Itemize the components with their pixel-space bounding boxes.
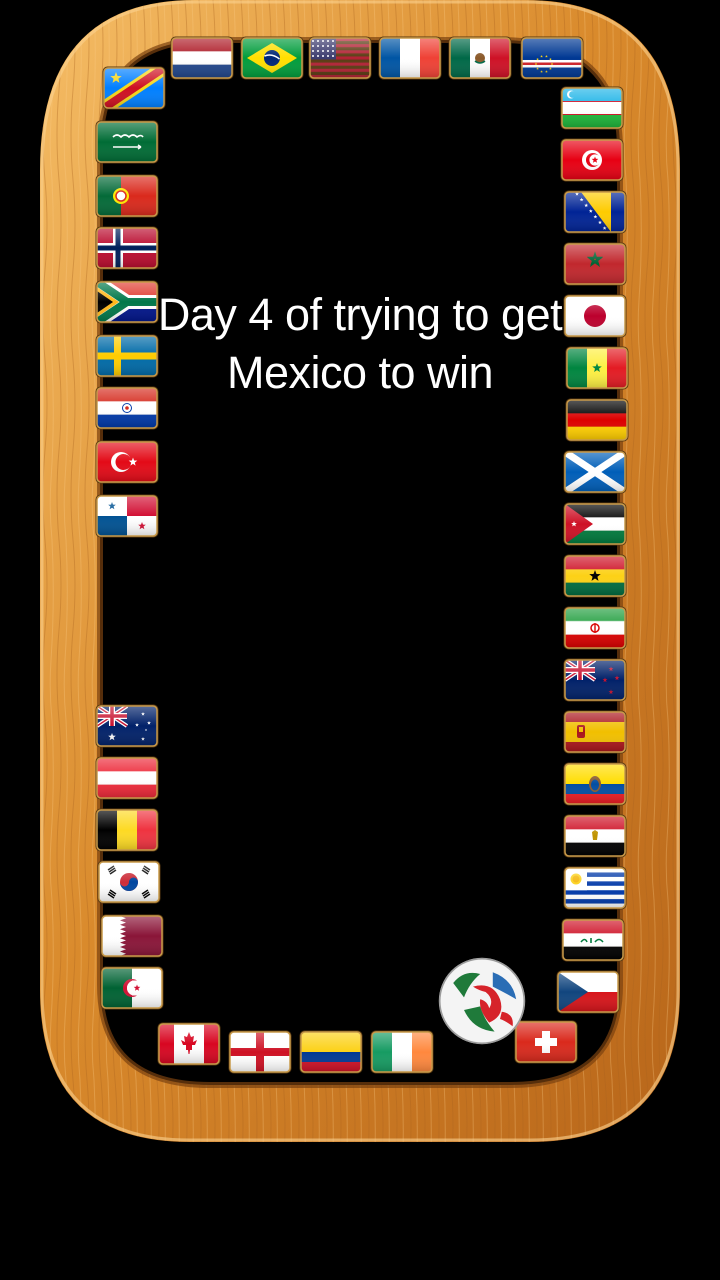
flag-france	[378, 36, 442, 80]
flag-tunisia	[560, 138, 624, 182]
flag-qatar	[100, 914, 164, 958]
flag-uruguay	[563, 866, 627, 910]
flag-egypt	[563, 814, 627, 858]
flag-iraq	[561, 918, 625, 962]
flag-mexico	[448, 36, 512, 80]
flag-south-korea	[97, 860, 161, 904]
flag-spain	[563, 710, 627, 754]
game-stage: Day 4 of trying to get Mexico to win	[0, 0, 720, 1280]
flag-ireland	[370, 1030, 434, 1074]
flag-dr-congo	[102, 66, 166, 110]
flag-uzbekistan	[560, 86, 624, 130]
flag-portugal	[95, 174, 159, 218]
flag-algeria	[100, 966, 164, 1010]
flag-morocco	[563, 242, 627, 286]
flag-panama	[95, 494, 159, 538]
flag-norway	[95, 226, 159, 270]
caption-line-1: Day 4 of trying to get	[157, 289, 563, 340]
flag-czechia	[556, 970, 620, 1014]
flag-cape-verde	[520, 36, 584, 80]
flag-austria	[95, 756, 159, 800]
flag-england	[228, 1030, 292, 1074]
flag-bosnia	[563, 190, 627, 234]
flag-belgium	[95, 808, 159, 852]
flag-turkey	[95, 440, 159, 484]
flag-germany	[565, 398, 629, 442]
flag-ecuador	[563, 762, 627, 806]
soccer-ball-icon	[437, 956, 527, 1046]
video-caption: Day 4 of trying to get Mexico to win	[100, 286, 620, 402]
flag-new-zealand	[563, 658, 627, 702]
flag-iran	[563, 606, 627, 650]
flag-colombia	[299, 1030, 363, 1074]
caption-line-2: Mexico to win	[226, 347, 494, 398]
flag-canada	[157, 1022, 221, 1066]
flag-netherlands	[170, 36, 234, 80]
flag-usa	[308, 36, 372, 80]
flag-saudi-arabia	[95, 120, 159, 164]
flag-brazil	[240, 36, 304, 80]
flag-jordan	[563, 502, 627, 546]
flag-australia	[95, 704, 159, 748]
flag-ghana	[563, 554, 627, 598]
flag-scotland	[563, 450, 627, 494]
